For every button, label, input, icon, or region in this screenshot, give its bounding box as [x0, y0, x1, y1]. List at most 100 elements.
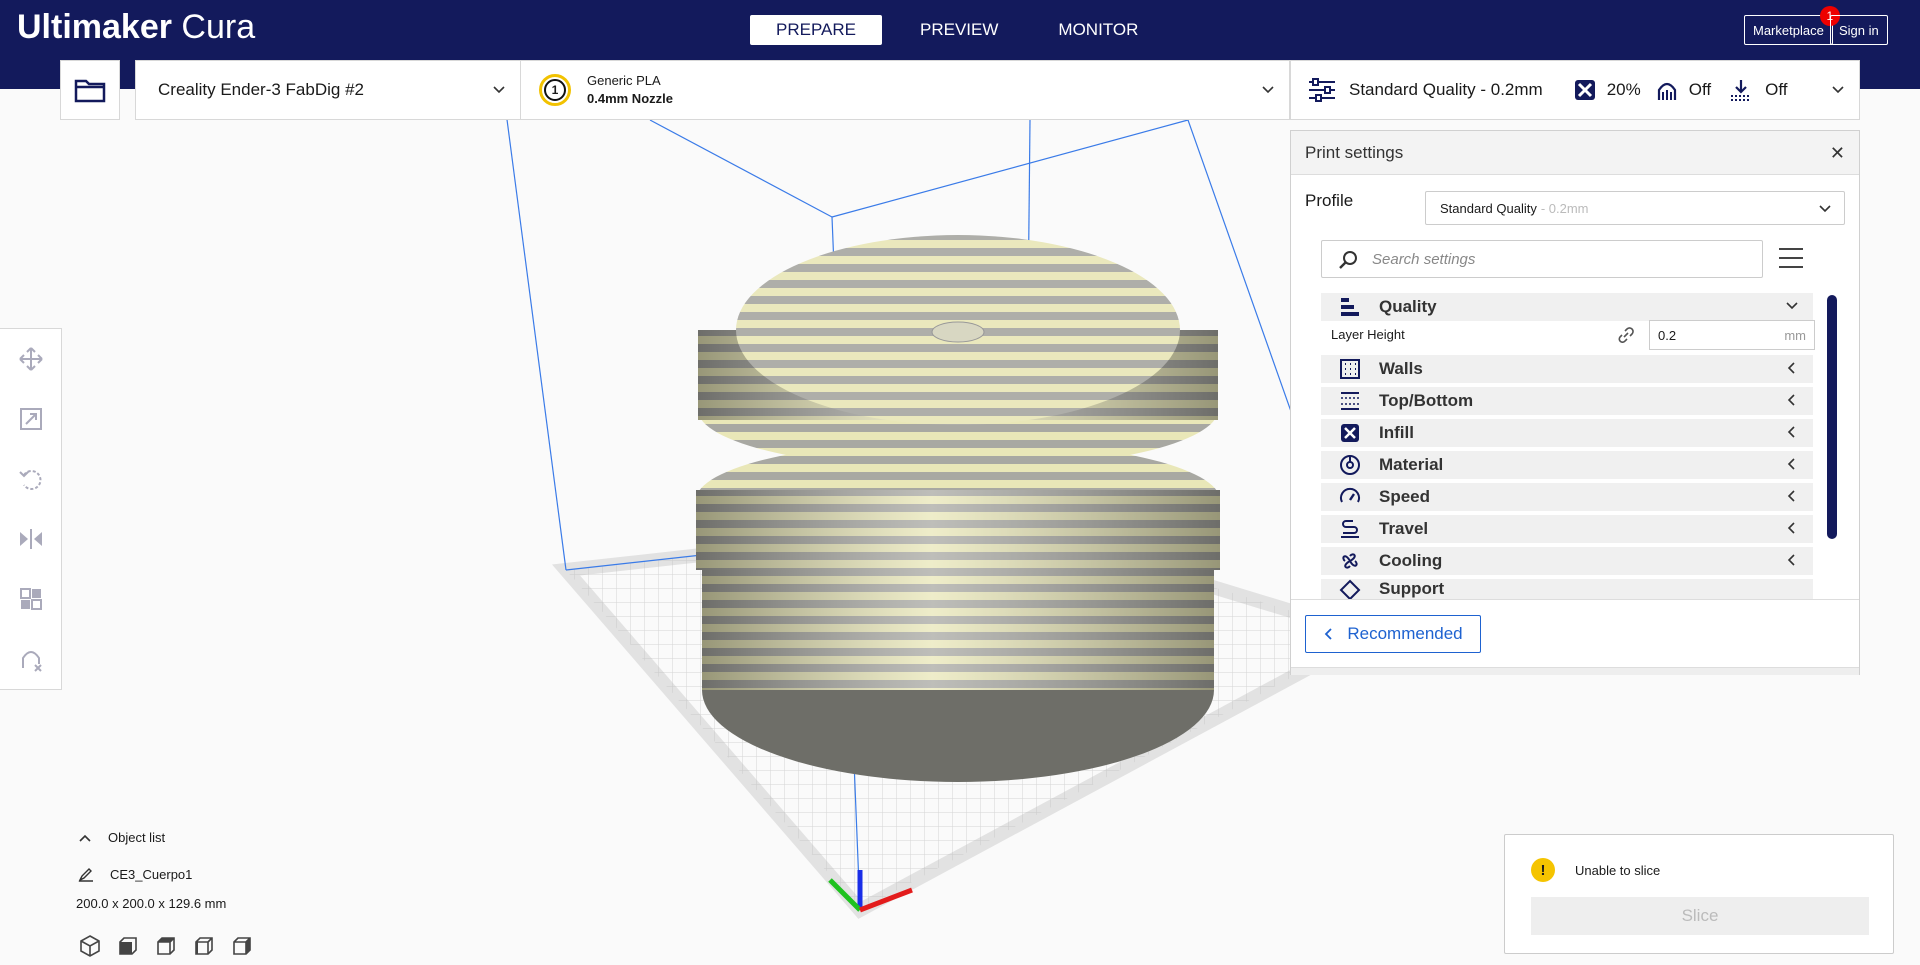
slice-button[interactable]: Slice	[1531, 897, 1869, 935]
chevron-left-icon	[1787, 490, 1795, 502]
layer-height-label: Layer Height	[1331, 326, 1405, 342]
category-material[interactable]: Material	[1321, 451, 1813, 479]
profile-label: Profile	[1305, 191, 1354, 210]
view-left-icon[interactable]	[192, 934, 216, 958]
travel-icon	[1341, 520, 1359, 538]
material-selector[interactable]: 1 Generic PLA 0.4mm Nozzle	[520, 60, 1290, 120]
chevron-left-icon	[1787, 394, 1795, 406]
sign-in-button[interactable]: Sign in	[1830, 15, 1888, 45]
view-orientation-buttons	[78, 934, 254, 958]
slice-panel: ! Unable to slice Slice	[1504, 834, 1894, 954]
chevron-down-icon	[493, 86, 505, 94]
profile-dropdown[interactable]: Standard Quality - 0.2mm	[1425, 191, 1845, 225]
move-tool[interactable]	[0, 329, 62, 389]
category-label: Support	[1379, 579, 1445, 598]
stage-tabs: PREPARE PREVIEW MONITOR	[750, 15, 1168, 45]
chevron-left-icon	[1787, 426, 1795, 438]
object-name: CE3_Cuerpo1	[110, 866, 193, 882]
chevron-up-icon	[79, 834, 91, 842]
view-3d-icon[interactable]	[78, 934, 102, 958]
category-walls[interactable]: Walls	[1321, 355, 1813, 383]
recommended-label: Recommended	[1347, 624, 1463, 643]
print-settings-panel: Print settings ✕ Profile Standard Qualit…	[1290, 130, 1860, 675]
app-logo: Ultimaker Cura	[17, 8, 256, 46]
nozzle-size: 0.4mm Nozzle	[587, 91, 673, 106]
category-label: Quality	[1379, 297, 1437, 316]
support-icon	[1657, 82, 1676, 100]
profile-layer: - 0.2mm	[1540, 200, 1589, 216]
folder-icon	[74, 79, 106, 103]
move-icon	[19, 347, 43, 371]
view-top-icon[interactable]	[154, 934, 178, 958]
open-file-button[interactable]	[60, 60, 120, 120]
category-label: Speed	[1379, 487, 1431, 506]
object-list-item[interactable]: CE3_Cuerpo1	[78, 866, 192, 882]
rotate-icon	[19, 470, 42, 490]
recommended-button[interactable]: Recommended	[1305, 615, 1481, 653]
tab-prepare[interactable]: PREPARE	[750, 15, 882, 45]
view-right-icon[interactable]	[230, 934, 254, 958]
edit-pencil-icon	[78, 868, 93, 882]
category-travel[interactable]: Travel	[1321, 515, 1813, 543]
close-icon[interactable]: ✕	[1830, 143, 1845, 164]
print-settings-title: Print settings	[1305, 142, 1404, 162]
category-top-bottom[interactable]: Top/Bottom	[1321, 387, 1813, 415]
tool-panel	[0, 328, 62, 690]
settings-visibility-menu-icon[interactable]	[1779, 247, 1803, 269]
chevron-left-icon	[1787, 362, 1795, 374]
chevron-down-icon	[1262, 86, 1274, 94]
layer-height-input[interactable]: 0.2 mm	[1649, 320, 1815, 350]
scale-icon	[20, 408, 42, 430]
sliders-icon	[1309, 78, 1335, 102]
search-input[interactable]: Search settings	[1321, 240, 1763, 278]
material-icon	[1340, 455, 1360, 475]
extruder-number: 1	[544, 79, 566, 101]
cooling-icon	[1342, 553, 1358, 569]
tab-monitor[interactable]: MONITOR	[1028, 15, 1168, 45]
tab-preview[interactable]: PREVIEW	[890, 15, 1028, 45]
layer-height-unit: mm	[1784, 327, 1806, 343]
infill-icon	[1574, 80, 1595, 100]
support-icon	[1339, 579, 1361, 599]
adhesion-icon	[1731, 80, 1752, 101]
per-model-settings-tool[interactable]	[0, 569, 62, 629]
panel-resize-handle[interactable]	[1291, 667, 1859, 675]
marketplace-button[interactable]: Marketplace 1	[1744, 6, 1840, 45]
print-settings-selector[interactable]: Standard Quality - 0.2mm 20% Off Off	[1290, 60, 1860, 120]
printer-selector[interactable]: Creality Ender-3 FabDig #2	[135, 60, 521, 120]
category-speed[interactable]: Speed	[1321, 483, 1813, 511]
search-placeholder: Search settings	[1372, 250, 1476, 268]
chevron-left-icon	[1787, 522, 1795, 534]
settings-scrollbar[interactable]	[1827, 295, 1837, 539]
marketplace-label: Marketplace	[1753, 22, 1824, 38]
category-cooling[interactable]: Cooling	[1321, 547, 1813, 575]
category-infill[interactable]: Infill	[1321, 419, 1813, 447]
category-label: Cooling	[1379, 551, 1443, 570]
category-label: Infill	[1379, 423, 1414, 442]
chevron-down-icon	[1786, 302, 1798, 310]
per-model-settings-icon	[20, 588, 42, 610]
chevron-left-icon	[1787, 458, 1795, 470]
view-front-icon[interactable]	[116, 934, 140, 958]
support-value: Off	[1688, 80, 1712, 99]
layer-height-row: Layer Height 0.2 mm	[1331, 319, 1815, 350]
profile-value: Standard Quality	[1440, 200, 1537, 216]
top-bottom-icon	[1341, 392, 1359, 410]
chevron-down-icon	[1819, 205, 1831, 213]
object-dimensions: 200.0 x 200.0 x 129.6 mm	[76, 896, 227, 911]
object-list-toggle[interactable]: Object list	[78, 830, 165, 845]
rotate-tool[interactable]	[0, 449, 62, 509]
chevron-left-icon	[1325, 628, 1332, 640]
material-name: Generic PLA	[587, 73, 661, 88]
profile-summary: Standard Quality - 0.2mm	[1349, 80, 1543, 99]
extruder-icon: 1	[539, 74, 571, 106]
panel-divider	[1291, 599, 1859, 600]
mirror-tool[interactable]	[0, 509, 62, 569]
category-support[interactable]: Support	[1321, 579, 1813, 599]
print-settings-header: Print settings ✕	[1291, 131, 1859, 175]
support-blocker-tool[interactable]	[0, 629, 62, 689]
category-quality[interactable]: Quality	[1321, 293, 1813, 321]
category-label: Material	[1379, 455, 1444, 474]
scale-tool[interactable]	[0, 389, 62, 449]
link-icon[interactable]	[1617, 327, 1635, 343]
